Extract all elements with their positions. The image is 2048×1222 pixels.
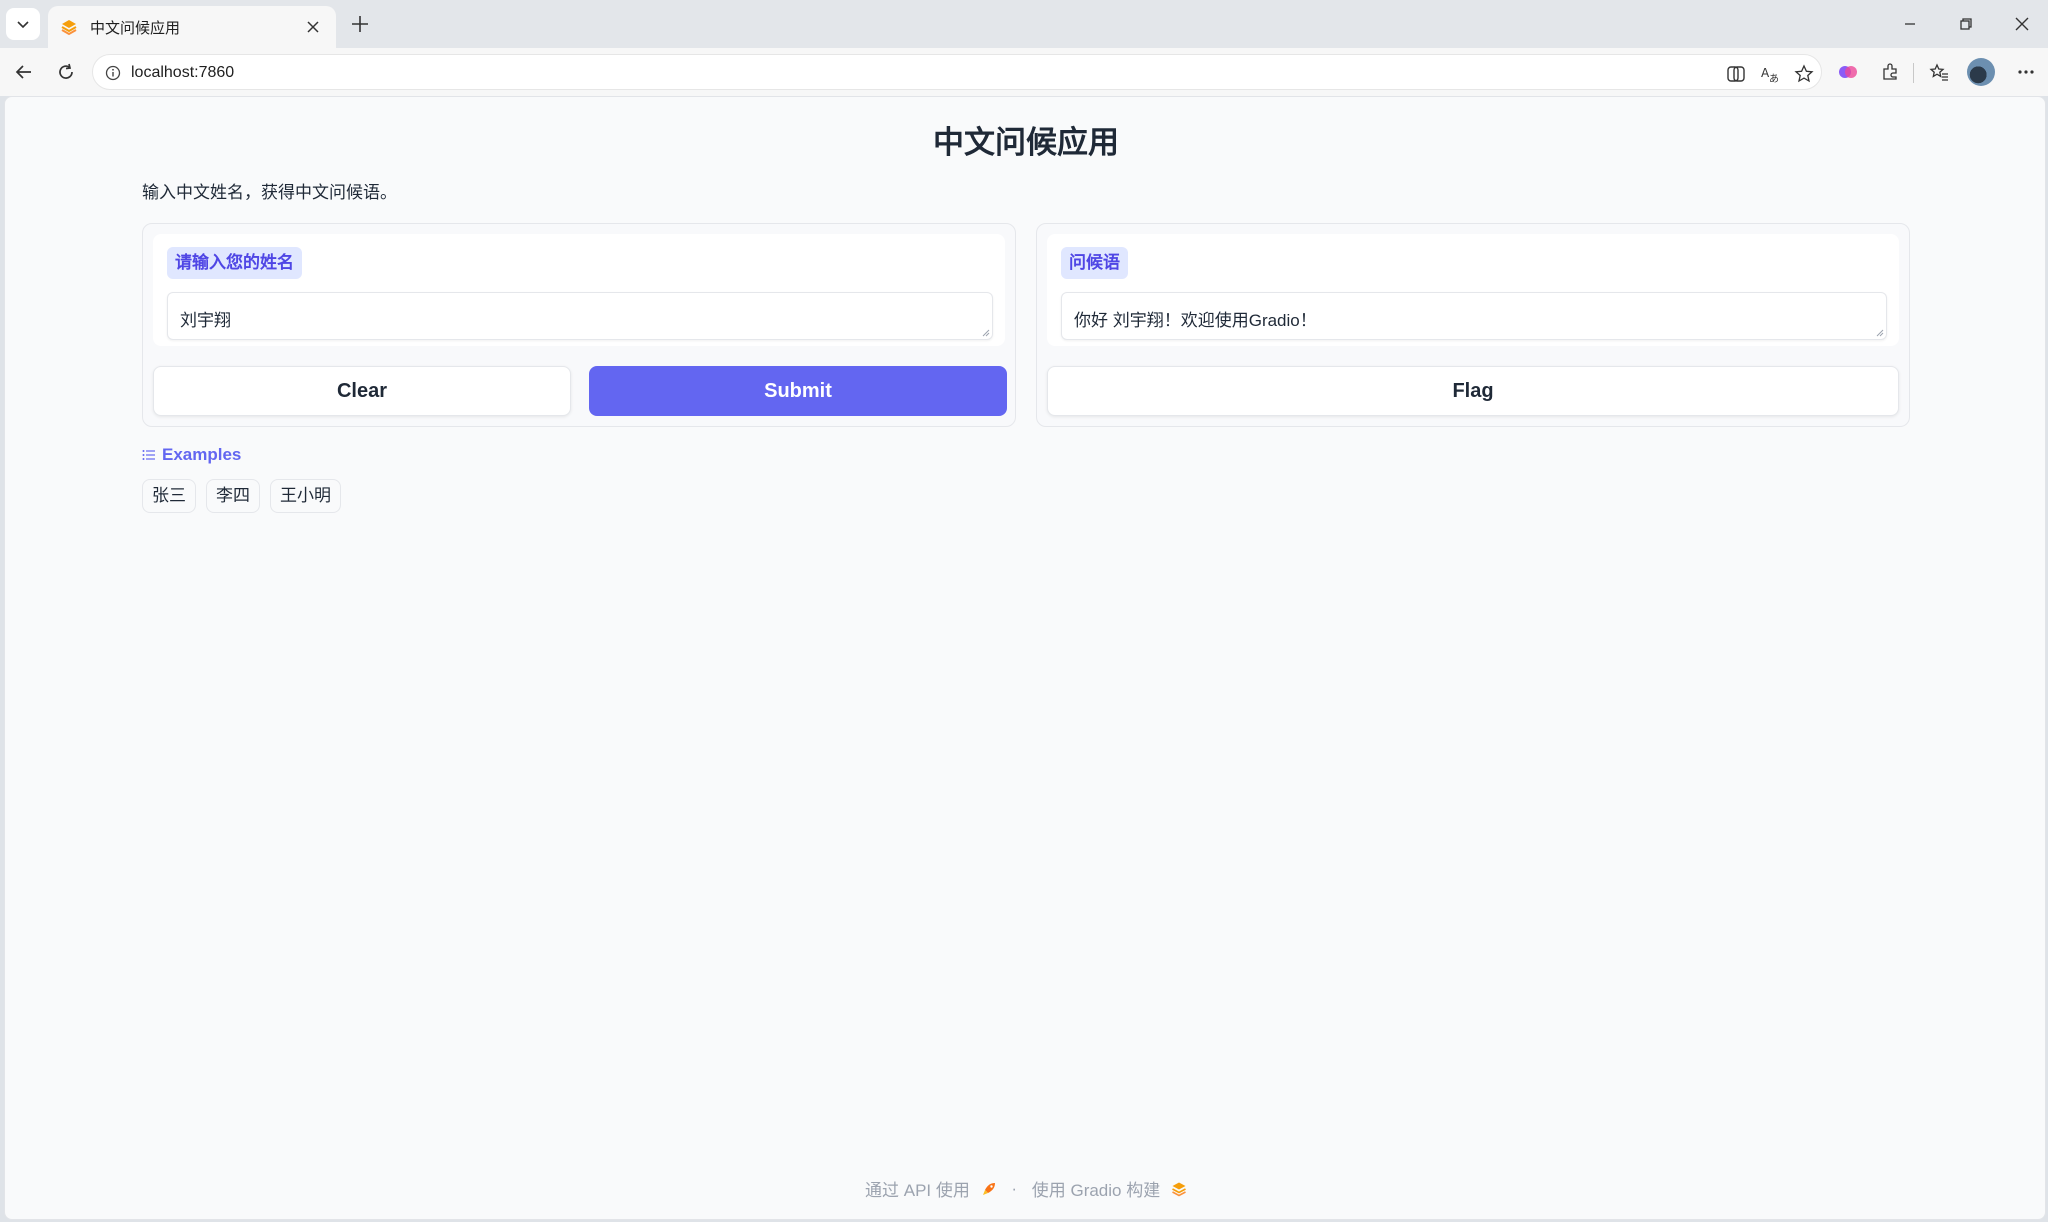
list-icon (142, 450, 155, 460)
tab-list-button[interactable] (6, 8, 40, 40)
translate-icon[interactable]: Aあ (1757, 61, 1783, 87)
browser-tab[interactable]: 中文问候应用 (48, 6, 336, 48)
favorites-icon[interactable] (1925, 58, 1953, 86)
greeting-output-value: 你好 刘宇翔！欢迎使用Gradio！ (1074, 311, 1317, 330)
example-item[interactable]: 张三 (142, 479, 196, 513)
greeting-output-label: 问候语 (1061, 247, 1128, 279)
flag-button[interactable]: Flag (1047, 366, 1899, 416)
gradio-logo-icon (1172, 1182, 1186, 1196)
built-with-gradio-link[interactable]: 使用 Gradio 构建 (1032, 1181, 1160, 1200)
profile-avatar[interactable] (1967, 58, 1995, 86)
chevron-down-icon (17, 21, 29, 29)
minimize-icon (1905, 23, 1915, 25)
app-title: 中文问候应用 (933, 125, 1119, 160)
tab-title: 中文问候应用 (90, 19, 181, 37)
example-item[interactable]: 王小明 (270, 479, 341, 513)
reload-button[interactable] (50, 56, 82, 88)
footer-separator: · (1011, 1178, 1018, 1198)
gradio-logo-icon (61, 20, 77, 36)
resize-grip-icon[interactable] (980, 327, 990, 337)
favorite-star-icon[interactable] (1791, 61, 1817, 87)
examples-header: Examples (142, 445, 241, 465)
url-text: localhost:7860 (131, 64, 235, 81)
close-window-button[interactable] (2002, 8, 2042, 40)
output-panel: 问候语 你好 刘宇翔！欢迎使用Gradio！ Flag (1036, 223, 1910, 427)
examples-header-label: Examples (162, 445, 242, 464)
page-viewport: 中文问候应用 输入中文姓名，获得中文问候语。 请输入您的姓名 刘宇翔 Clear… (4, 96, 2046, 1220)
greeting-output-block: 问候语 你好 刘宇翔！欢迎使用Gradio！ (1047, 234, 1899, 346)
greeting-output[interactable]: 你好 刘宇翔！欢迎使用Gradio！ (1061, 292, 1887, 340)
browser-essentials-icon[interactable] (1834, 58, 1862, 86)
extensions-icon[interactable] (1876, 58, 1904, 86)
tab-close-button[interactable] (302, 16, 324, 38)
site-info-icon[interactable] (103, 63, 123, 83)
resize-grip-icon[interactable] (1874, 327, 1884, 337)
more-menu-icon[interactable] (2012, 58, 2040, 86)
clear-button[interactable]: Clear (153, 366, 571, 416)
footer: 通过 API 使用 · 使用 Gradio 构建 (5, 1176, 2045, 1201)
minimize-button[interactable] (1890, 8, 1930, 40)
back-button[interactable] (8, 56, 40, 88)
svg-text:あ: あ (1769, 73, 1779, 84)
name-input-block: 请输入您的姓名 刘宇翔 (153, 234, 1005, 346)
restore-button[interactable] (1946, 8, 1986, 40)
toolbar-separator (1913, 63, 1914, 83)
app-description: 输入中文姓名，获得中文问候语。 (142, 183, 397, 202)
plus-icon (352, 16, 368, 32)
example-item[interactable]: 李四 (206, 479, 260, 513)
browser-toolbar: localhost:7860 Aあ (0, 48, 2048, 96)
copilot-icon[interactable] (1723, 61, 1749, 87)
name-input-value: 刘宇翔 (180, 311, 231, 330)
name-input-label: 请输入您的姓名 (167, 247, 302, 279)
reload-icon (59, 63, 73, 79)
address-bar[interactable]: localhost:7860 Aあ (92, 54, 1822, 90)
arrow-left-icon (15, 65, 31, 79)
api-link[interactable]: 通过 API 使用 (865, 1181, 970, 1200)
input-panel: 请输入您的姓名 刘宇翔 Clear Submit (142, 223, 1016, 427)
name-input[interactable]: 刘宇翔 (167, 292, 993, 340)
submit-button[interactable]: Submit (589, 366, 1007, 416)
new-tab-button[interactable] (346, 10, 374, 38)
close-icon (2015, 17, 2029, 31)
restore-icon (1960, 18, 1972, 30)
rocket-icon (982, 1182, 995, 1195)
browser-tab-bar: 中文问候应用 (0, 0, 2048, 48)
close-icon (307, 21, 319, 33)
